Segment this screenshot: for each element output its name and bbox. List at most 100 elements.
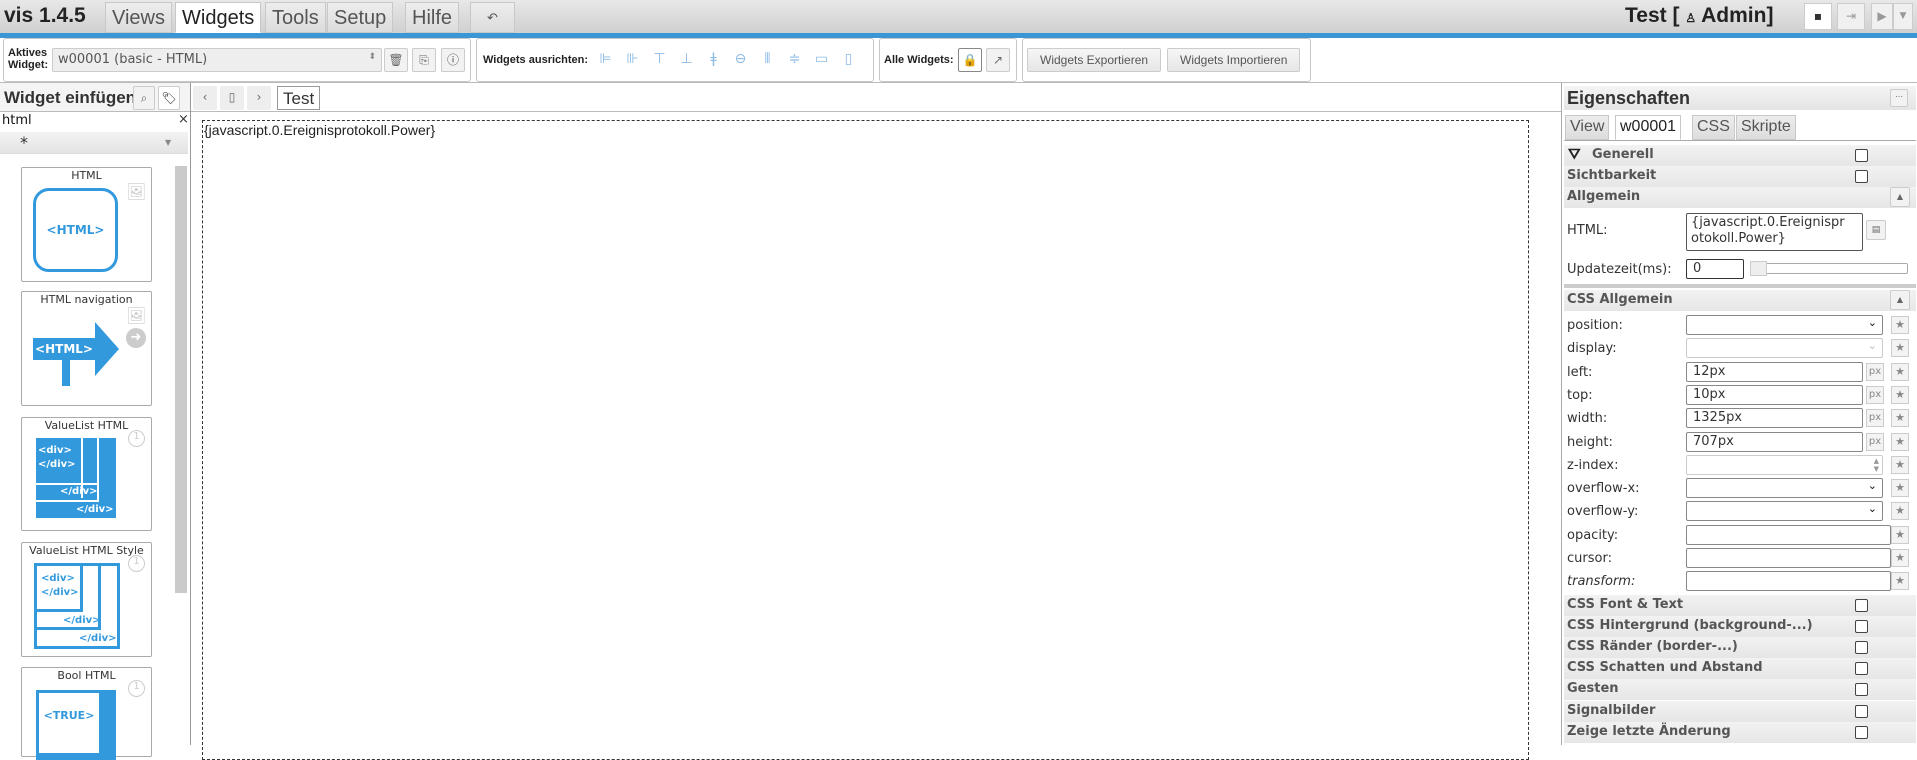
update-input[interactable]: 0 [1686,259,1744,279]
widget-card-html-navigation[interactable]: HTML navigation <HTML> 🖼 ➜ [21,291,152,406]
align-bottom-icon[interactable]: ⊥ [673,51,700,67]
info-icon[interactable]: ⓘ [441,48,465,72]
star-icon[interactable]: ★ [1891,525,1909,544]
star-icon[interactable]: ★ [1891,502,1909,521]
tab-setup[interactable]: Setup [327,2,394,33]
unit-px-button[interactable]: px [1866,362,1884,381]
z-index-input[interactable]: ▲ ▼ [1686,454,1883,475]
filter-icon[interactable]: ⛛ [1568,145,1581,163]
align-center-h-icon[interactable]: ǂ [700,51,727,67]
cursor-input[interactable] [1686,548,1891,568]
group-item[interactable]: Signalbilder [1564,700,1916,722]
left-scrollbar[interactable] [175,166,187,593]
group-item[interactable]: Gesten [1564,679,1916,701]
props-tab-css[interactable]: CSS [1692,115,1735,140]
chevron-up-icon[interactable]: ▲ [1890,290,1910,310]
unit-px-button[interactable]: px [1866,432,1884,451]
group-item[interactable]: CSS Hintergrund (background-...) [1564,616,1916,638]
star-icon[interactable]: ★ [1891,479,1909,498]
tab-tools[interactable]: Tools [265,2,326,33]
save-icon[interactable]: ▪ [1804,3,1832,30]
align-left-icon[interactable]: ⊫ [592,51,619,67]
same-height-icon[interactable]: ▯ [835,51,862,67]
group-checkbox[interactable] [1855,704,1868,718]
widget-card-html[interactable]: HTML <HTML> 🖼 [21,167,152,282]
tag-icon[interactable]: 🏷 [158,86,180,110]
import-widgets-button[interactable]: Widgets Importieren [1167,48,1301,72]
star-icon[interactable]: ★ [1891,385,1909,404]
clear-filter-icon[interactable]: × [178,112,189,127]
slider-handle[interactable] [1750,261,1767,276]
top-input[interactable]: 10px [1686,384,1863,405]
group-checkbox[interactable] [1855,620,1868,634]
overflow-x-input[interactable]: ⌄ [1686,478,1883,499]
group-sichtbarkeit[interactable]: Sichtbarkeit [1564,166,1916,187]
chevron-down-icon[interactable]: ▼ [1893,3,1913,30]
delete-icon[interactable]: 🗑 [384,48,408,72]
props-tab-view[interactable]: View [1565,115,1610,140]
tab-views[interactable]: Views [105,2,172,33]
widget-card-bool-html[interactable]: Bool HTML <TRUE> 1 [21,667,152,760]
undo-button[interactable]: ↶ [470,2,515,33]
group-item[interactable]: CSS Font & Text [1564,595,1916,616]
props-tab-w00001[interactable]: w00001 [1615,115,1682,140]
play-icon[interactable]: ▶ [1871,3,1893,30]
group-item[interactable]: CSS Ränder (border-...) [1564,637,1916,659]
edit-html-icon[interactable]: ▤ [1866,220,1886,240]
export-widgets-button[interactable]: Widgets Exportieren [1027,48,1162,72]
group-checkbox[interactable] [1855,149,1868,162]
update-slider[interactable] [1750,261,1908,276]
props-tab-skripte[interactable]: Skripte [1736,115,1796,140]
widget-filter-input[interactable]: html [2,113,32,128]
chevron-up-icon[interactable]: ▲ [1890,187,1910,207]
prev-view-icon[interactable]: ‹ [193,86,217,110]
lock-icon[interactable]: 🔒 [958,48,982,72]
width-input[interactable]: 1325px [1686,408,1863,429]
html-textarea[interactable]: {javascript.0.Ereignisprotokoll.Power} [1686,213,1863,251]
unit-px-button[interactable]: px [1866,385,1884,404]
tab-widgets[interactable]: Widgets [175,2,262,33]
left-input[interactable]: 12px [1686,361,1863,382]
group-checkbox[interactable] [1855,662,1868,676]
group-generell[interactable]: ⛛ Generell [1564,145,1916,166]
star-icon[interactable]: ★ [1891,409,1909,428]
transform-input[interactable] [1686,571,1891,592]
opacity-input[interactable] [1686,524,1891,545]
view-tab-test[interactable]: Test [277,86,321,110]
group-allgemein[interactable]: Allgemein ▲ [1564,187,1916,208]
star-icon[interactable]: ★ [1891,316,1909,334]
same-width-icon[interactable]: ▭ [808,51,835,67]
group-checkbox[interactable] [1855,725,1868,739]
collapse-panel-icon[interactable]: ⋯ [1890,89,1908,107]
star-icon[interactable]: ★ [1891,549,1909,567]
next-view-icon[interactable]: › [247,86,271,110]
group-item[interactable]: Zeige letzte Änderung [1564,721,1916,743]
group-checkbox[interactable] [1855,599,1868,612]
copy-icon[interactable]: ⎘ [412,48,436,72]
unit-px-button[interactable]: px [1866,409,1884,428]
widget-set-select[interactable]: * ▼ [0,132,188,154]
external-link-icon[interactable]: ↗ [986,48,1010,72]
widget-card-valuelist-html[interactable]: ValueList HTML <div> </div> </div> </div>… [21,417,152,531]
star-icon[interactable]: ★ [1891,339,1909,358]
spinner-icon[interactable]: ▲ ▼ [1874,457,1879,473]
html-widget[interactable]: {javascript.0.Ereignisprotokoll.Power} [202,120,1529,760]
align-top-icon[interactable]: ⊤ [646,51,673,67]
display-input[interactable]: ⌄ [1686,338,1883,359]
group-css-allgemein[interactable]: CSS Allgemein ▲ [1564,290,1916,311]
distribute-v-icon[interactable]: ≑ [781,51,808,67]
align-right-icon[interactable]: ⊪ [619,51,646,67]
clipboard-icon[interactable]: ▯ [220,86,244,110]
group-item[interactable]: CSS Schatten und Abstand [1564,658,1916,680]
widget-card-valuelist-html-style[interactable]: ValueList HTML Style <div> </div> </div> … [21,542,152,657]
group-checkbox[interactable] [1855,641,1868,655]
star-icon[interactable]: ★ [1891,362,1909,381]
tab-hilfe[interactable]: Hilfe [405,2,460,33]
search-icon[interactable]: ⌕ [133,86,155,110]
star-icon[interactable]: ★ [1891,432,1909,451]
overflow-y-input[interactable]: ⌄ [1686,501,1883,522]
star-icon[interactable]: ★ [1891,572,1909,591]
exit-icon[interactable]: ⇥ [1837,3,1865,30]
group-checkbox[interactable] [1855,170,1868,183]
height-input[interactable]: 707px [1686,431,1863,452]
